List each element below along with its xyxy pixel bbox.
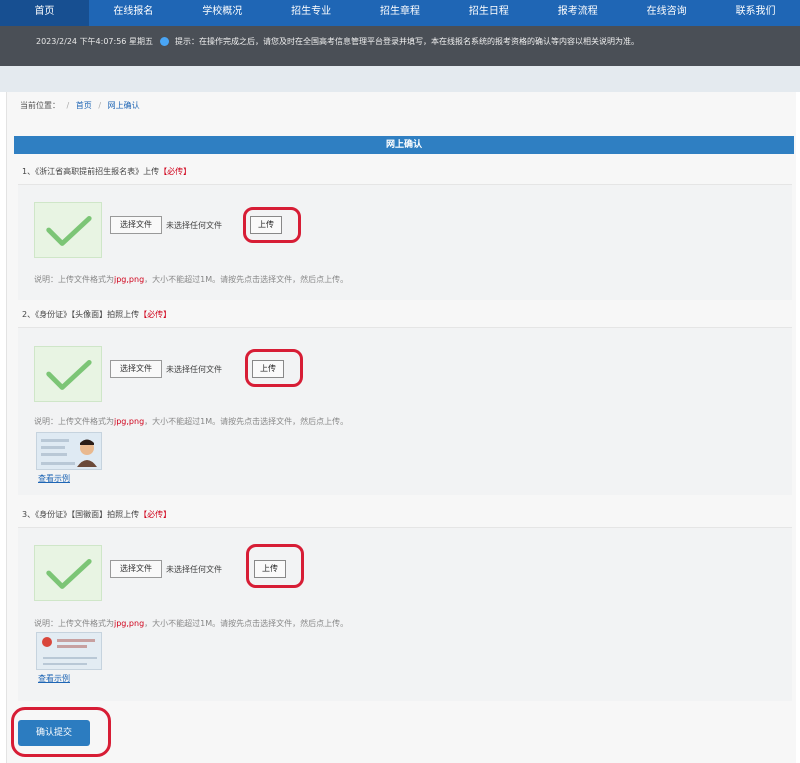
breadcrumb-current[interactable]: 网上确认: [108, 101, 140, 110]
upload-2-hint-pre: 说明：上传文件格式为: [34, 417, 114, 426]
upload-3-label: 3、《身份证》【国徽面】拍照上传【必传】: [22, 509, 171, 520]
info-icon: [159, 37, 169, 46]
upload-3-hint-pre: 说明：上传文件格式为: [34, 619, 114, 628]
upload-1-hint-format: jpg,png: [114, 275, 145, 284]
upload-3-required: 【必传】: [139, 510, 172, 519]
breadcrumb-prefix: 当前位置：: [20, 101, 60, 110]
breadcrumb: 当前位置： / 首页 / 网上确认: [20, 101, 140, 110]
upload-3-hint-format: jpg,png: [114, 619, 145, 628]
upload-2-hint-format: jpg,png: [114, 417, 145, 426]
breadcrumb-home-link[interactable]: 首页: [76, 101, 92, 110]
upload-3-title: 3、《身份证》【国徽面】拍照上传: [22, 510, 140, 519]
upload-2-check-icon: [34, 346, 102, 402]
nav-consult[interactable]: 在线咨询: [622, 0, 711, 26]
upload-3-choose-file-button[interactable]: 选择文件: [110, 560, 162, 578]
nav-home[interactable]: 首页: [0, 0, 89, 26]
upload-2-block: [18, 327, 792, 495]
upload-2-title: 2、《身份证》【头像面】拍照上传: [22, 310, 140, 319]
section-title: 网上确认: [14, 136, 794, 154]
nav-school-overview[interactable]: 学校概况: [178, 0, 267, 26]
upload-3-highlight-ring: [246, 544, 304, 588]
upload-1-hint-pre: 说明：上传文件格式为: [34, 275, 114, 284]
upload-2-hint-post: ，大小不能超过1M。请按先点击选择文件，然后点上传。: [144, 417, 349, 426]
upload-1-hint-post: ，大小不能超过1M。请按先点击选择文件，然后点上传。: [144, 275, 349, 284]
upload-3-hint: 说明：上传文件格式为jpg,png，大小不能超过1M。请按先点击选择文件，然后点…: [34, 618, 348, 629]
nav-process[interactable]: 报考流程: [533, 0, 622, 26]
id-card-front-example-image: [36, 432, 102, 470]
upload-2-example-link[interactable]: 查看示例: [38, 473, 70, 484]
upload-2-hint: 说明：上传文件格式为jpg,png，大小不能超过1M。请按先点击选择文件，然后点…: [34, 416, 348, 427]
upload-1-check-icon: [34, 202, 102, 258]
upload-3-example-link[interactable]: 查看示例: [38, 673, 70, 684]
nav-majors[interactable]: 招生专业: [267, 0, 356, 26]
notice-ticker: 2023/2/24 下午4:07:56 星期五 提示：在操作完成之后，请您及时在…: [0, 26, 800, 66]
nav-schedule[interactable]: 招生日程: [444, 0, 533, 26]
upload-3-file-status: 未选择任何文件: [166, 565, 222, 574]
upload-2-required: 【必传】: [139, 310, 172, 319]
upload-1-hint: 说明：上传文件格式为jpg,png，大小不能超过1M。请按先点击选择文件，然后点…: [34, 274, 348, 285]
top-nav: 首页 在线报名 学校概况 招生专业 招生章程 招生日程 报考流程 在线咨询 联系…: [0, 0, 800, 26]
upload-1-file-status: 未选择任何文件: [166, 221, 222, 230]
upload-3-hint-post: ，大小不能超过1M。请按先点击选择文件，然后点上传。: [144, 619, 349, 628]
ticker-notice: 提示：在操作完成之后，请您及时在全国高考信息管理平台登录并填写，本在线报名系统的…: [175, 37, 640, 46]
nav-contact[interactable]: 联系我们: [711, 0, 800, 26]
upload-1-label: 1、《浙江省高职提前招生报名表》上传【必传】: [22, 166, 191, 177]
upload-3-block: [18, 527, 792, 701]
upload-1-title: 1、《浙江省高职提前招生报名表》上传: [22, 167, 160, 176]
upload-3-check-icon: [34, 545, 102, 601]
upload-2-label: 2、《身份证》【头像面】拍照上传【必传】: [22, 309, 171, 320]
nav-online-registration[interactable]: 在线报名: [89, 0, 178, 26]
id-card-back-example-image: [36, 632, 102, 670]
nav-admission-rules[interactable]: 招生章程: [356, 0, 445, 26]
ticker-date: 2023/2/24 下午4:07:56 星期五: [36, 37, 153, 46]
upload-2-file-status: 未选择任何文件: [166, 365, 222, 374]
upload-2-choose-file-button[interactable]: 选择文件: [110, 360, 162, 378]
upload-2-highlight-ring: [245, 349, 303, 387]
header-spacer: [0, 66, 800, 92]
upload-1-choose-file-button[interactable]: 选择文件: [110, 216, 162, 234]
submit-highlight-ring: [11, 707, 111, 757]
upload-1-highlight-ring: [243, 207, 301, 243]
upload-1-required: 【必传】: [159, 167, 192, 176]
